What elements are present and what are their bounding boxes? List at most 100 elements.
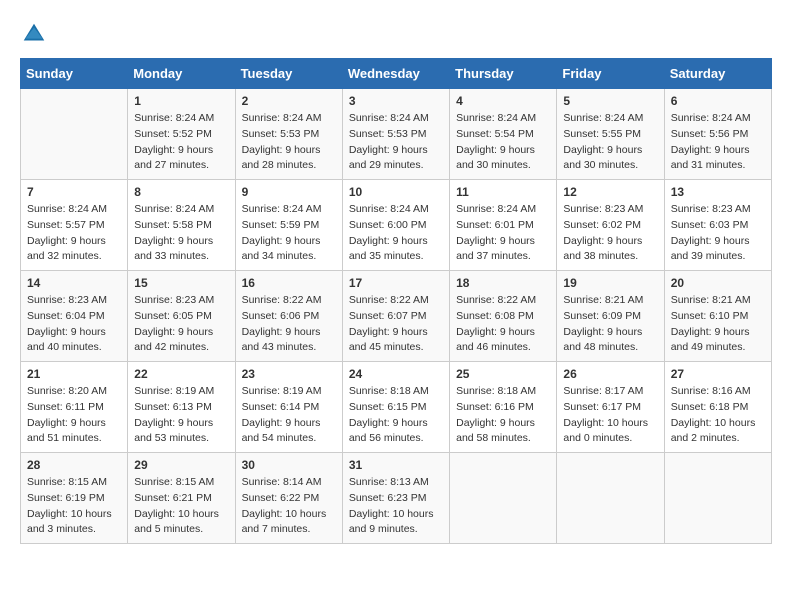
weekday-header-friday: Friday bbox=[557, 59, 664, 89]
sunrise-text: Sunrise: 8:19 AM bbox=[134, 385, 214, 397]
calendar-cell: 11 Sunrise: 8:24 AM Sunset: 6:01 PM Dayl… bbox=[450, 180, 557, 271]
day-info: Sunrise: 8:24 AM Sunset: 5:53 PM Dayligh… bbox=[242, 111, 336, 174]
sunrise-text: Sunrise: 8:24 AM bbox=[563, 112, 643, 124]
day-number: 11 bbox=[456, 185, 550, 199]
calendar-body: 1 Sunrise: 8:24 AM Sunset: 5:52 PM Dayli… bbox=[21, 89, 772, 544]
logo bbox=[20, 20, 52, 48]
day-number: 13 bbox=[671, 185, 765, 199]
calendar-cell: 1 Sunrise: 8:24 AM Sunset: 5:52 PM Dayli… bbox=[128, 89, 235, 180]
calendar-cell: 8 Sunrise: 8:24 AM Sunset: 5:58 PM Dayli… bbox=[128, 180, 235, 271]
sunrise-text: Sunrise: 8:13 AM bbox=[349, 476, 429, 488]
day-number: 29 bbox=[134, 458, 228, 472]
sunrise-text: Sunrise: 8:24 AM bbox=[349, 203, 429, 215]
calendar-cell: 15 Sunrise: 8:23 AM Sunset: 6:05 PM Dayl… bbox=[128, 271, 235, 362]
calendar-cell: 18 Sunrise: 8:22 AM Sunset: 6:08 PM Dayl… bbox=[450, 271, 557, 362]
day-number: 12 bbox=[563, 185, 657, 199]
daylight-text: Daylight: 9 hours and 39 minutes. bbox=[671, 235, 750, 263]
daylight-text: Daylight: 10 hours and 7 minutes. bbox=[242, 508, 327, 536]
calendar-cell: 29 Sunrise: 8:15 AM Sunset: 6:21 PM Dayl… bbox=[128, 453, 235, 544]
day-number: 17 bbox=[349, 276, 443, 290]
daylight-text: Daylight: 9 hours and 31 minutes. bbox=[671, 144, 750, 172]
day-info: Sunrise: 8:24 AM Sunset: 5:59 PM Dayligh… bbox=[242, 202, 336, 265]
daylight-text: Daylight: 9 hours and 29 minutes. bbox=[349, 144, 428, 172]
calendar-cell: 3 Sunrise: 8:24 AM Sunset: 5:53 PM Dayli… bbox=[342, 89, 449, 180]
sunset-text: Sunset: 6:09 PM bbox=[563, 310, 641, 322]
calendar-cell: 27 Sunrise: 8:16 AM Sunset: 6:18 PM Dayl… bbox=[664, 362, 771, 453]
calendar-table: SundayMondayTuesdayWednesdayThursdayFrid… bbox=[20, 58, 772, 544]
calendar-cell bbox=[450, 453, 557, 544]
sunset-text: Sunset: 6:04 PM bbox=[27, 310, 105, 322]
sunset-text: Sunset: 6:21 PM bbox=[134, 492, 212, 504]
sunrise-text: Sunrise: 8:22 AM bbox=[349, 294, 429, 306]
day-info: Sunrise: 8:17 AM Sunset: 6:17 PM Dayligh… bbox=[563, 384, 657, 447]
day-info: Sunrise: 8:24 AM Sunset: 6:01 PM Dayligh… bbox=[456, 202, 550, 265]
day-info: Sunrise: 8:22 AM Sunset: 6:08 PM Dayligh… bbox=[456, 293, 550, 356]
day-number: 1 bbox=[134, 94, 228, 108]
calendar-cell: 24 Sunrise: 8:18 AM Sunset: 6:15 PM Dayl… bbox=[342, 362, 449, 453]
calendar-cell bbox=[664, 453, 771, 544]
sunrise-text: Sunrise: 8:23 AM bbox=[671, 203, 751, 215]
daylight-text: Daylight: 9 hours and 32 minutes. bbox=[27, 235, 106, 263]
sunrise-text: Sunrise: 8:24 AM bbox=[456, 112, 536, 124]
sunrise-text: Sunrise: 8:24 AM bbox=[134, 112, 214, 124]
sunset-text: Sunset: 6:19 PM bbox=[27, 492, 105, 504]
sunrise-text: Sunrise: 8:23 AM bbox=[27, 294, 107, 306]
daylight-text: Daylight: 9 hours and 58 minutes. bbox=[456, 417, 535, 445]
sunset-text: Sunset: 6:00 PM bbox=[349, 219, 427, 231]
sunset-text: Sunset: 6:17 PM bbox=[563, 401, 641, 413]
day-info: Sunrise: 8:21 AM Sunset: 6:09 PM Dayligh… bbox=[563, 293, 657, 356]
calendar-cell: 31 Sunrise: 8:13 AM Sunset: 6:23 PM Dayl… bbox=[342, 453, 449, 544]
sunset-text: Sunset: 5:55 PM bbox=[563, 128, 641, 140]
day-number: 3 bbox=[349, 94, 443, 108]
calendar-cell: 5 Sunrise: 8:24 AM Sunset: 5:55 PM Dayli… bbox=[557, 89, 664, 180]
sunrise-text: Sunrise: 8:21 AM bbox=[671, 294, 751, 306]
calendar-cell: 23 Sunrise: 8:19 AM Sunset: 6:14 PM Dayl… bbox=[235, 362, 342, 453]
sunset-text: Sunset: 6:22 PM bbox=[242, 492, 320, 504]
day-number: 25 bbox=[456, 367, 550, 381]
sunrise-text: Sunrise: 8:19 AM bbox=[242, 385, 322, 397]
daylight-text: Daylight: 9 hours and 33 minutes. bbox=[134, 235, 213, 263]
day-number: 26 bbox=[563, 367, 657, 381]
sunrise-text: Sunrise: 8:24 AM bbox=[134, 203, 214, 215]
daylight-text: Daylight: 9 hours and 49 minutes. bbox=[671, 326, 750, 354]
sunset-text: Sunset: 6:01 PM bbox=[456, 219, 534, 231]
day-info: Sunrise: 8:24 AM Sunset: 5:55 PM Dayligh… bbox=[563, 111, 657, 174]
day-info: Sunrise: 8:23 AM Sunset: 6:05 PM Dayligh… bbox=[134, 293, 228, 356]
sunrise-text: Sunrise: 8:18 AM bbox=[349, 385, 429, 397]
day-info: Sunrise: 8:24 AM Sunset: 5:57 PM Dayligh… bbox=[27, 202, 121, 265]
day-number: 15 bbox=[134, 276, 228, 290]
calendar-cell: 26 Sunrise: 8:17 AM Sunset: 6:17 PM Dayl… bbox=[557, 362, 664, 453]
calendar-cell: 16 Sunrise: 8:22 AM Sunset: 6:06 PM Dayl… bbox=[235, 271, 342, 362]
sunset-text: Sunset: 6:02 PM bbox=[563, 219, 641, 231]
weekday-header-wednesday: Wednesday bbox=[342, 59, 449, 89]
sunset-text: Sunset: 6:08 PM bbox=[456, 310, 534, 322]
calendar-cell: 4 Sunrise: 8:24 AM Sunset: 5:54 PM Dayli… bbox=[450, 89, 557, 180]
sunset-text: Sunset: 5:58 PM bbox=[134, 219, 212, 231]
day-number: 8 bbox=[134, 185, 228, 199]
calendar-week-4: 21 Sunrise: 8:20 AM Sunset: 6:11 PM Dayl… bbox=[21, 362, 772, 453]
day-info: Sunrise: 8:14 AM Sunset: 6:22 PM Dayligh… bbox=[242, 475, 336, 538]
daylight-text: Daylight: 9 hours and 35 minutes. bbox=[349, 235, 428, 263]
sunrise-text: Sunrise: 8:24 AM bbox=[242, 203, 322, 215]
sunset-text: Sunset: 5:53 PM bbox=[349, 128, 427, 140]
calendar-week-5: 28 Sunrise: 8:15 AM Sunset: 6:19 PM Dayl… bbox=[21, 453, 772, 544]
sunset-text: Sunset: 6:14 PM bbox=[242, 401, 320, 413]
day-info: Sunrise: 8:19 AM Sunset: 6:13 PM Dayligh… bbox=[134, 384, 228, 447]
sunrise-text: Sunrise: 8:15 AM bbox=[134, 476, 214, 488]
day-info: Sunrise: 8:21 AM Sunset: 6:10 PM Dayligh… bbox=[671, 293, 765, 356]
daylight-text: Daylight: 9 hours and 46 minutes. bbox=[456, 326, 535, 354]
sunrise-text: Sunrise: 8:22 AM bbox=[242, 294, 322, 306]
day-info: Sunrise: 8:23 AM Sunset: 6:04 PM Dayligh… bbox=[27, 293, 121, 356]
calendar-cell: 2 Sunrise: 8:24 AM Sunset: 5:53 PM Dayli… bbox=[235, 89, 342, 180]
calendar-cell: 6 Sunrise: 8:24 AM Sunset: 5:56 PM Dayli… bbox=[664, 89, 771, 180]
weekday-header-sunday: Sunday bbox=[21, 59, 128, 89]
daylight-text: Daylight: 9 hours and 45 minutes. bbox=[349, 326, 428, 354]
sunrise-text: Sunrise: 8:14 AM bbox=[242, 476, 322, 488]
day-info: Sunrise: 8:19 AM Sunset: 6:14 PM Dayligh… bbox=[242, 384, 336, 447]
sunrise-text: Sunrise: 8:18 AM bbox=[456, 385, 536, 397]
day-number: 31 bbox=[349, 458, 443, 472]
page-header bbox=[20, 20, 772, 48]
daylight-text: Daylight: 9 hours and 51 minutes. bbox=[27, 417, 106, 445]
day-info: Sunrise: 8:20 AM Sunset: 6:11 PM Dayligh… bbox=[27, 384, 121, 447]
day-number: 5 bbox=[563, 94, 657, 108]
